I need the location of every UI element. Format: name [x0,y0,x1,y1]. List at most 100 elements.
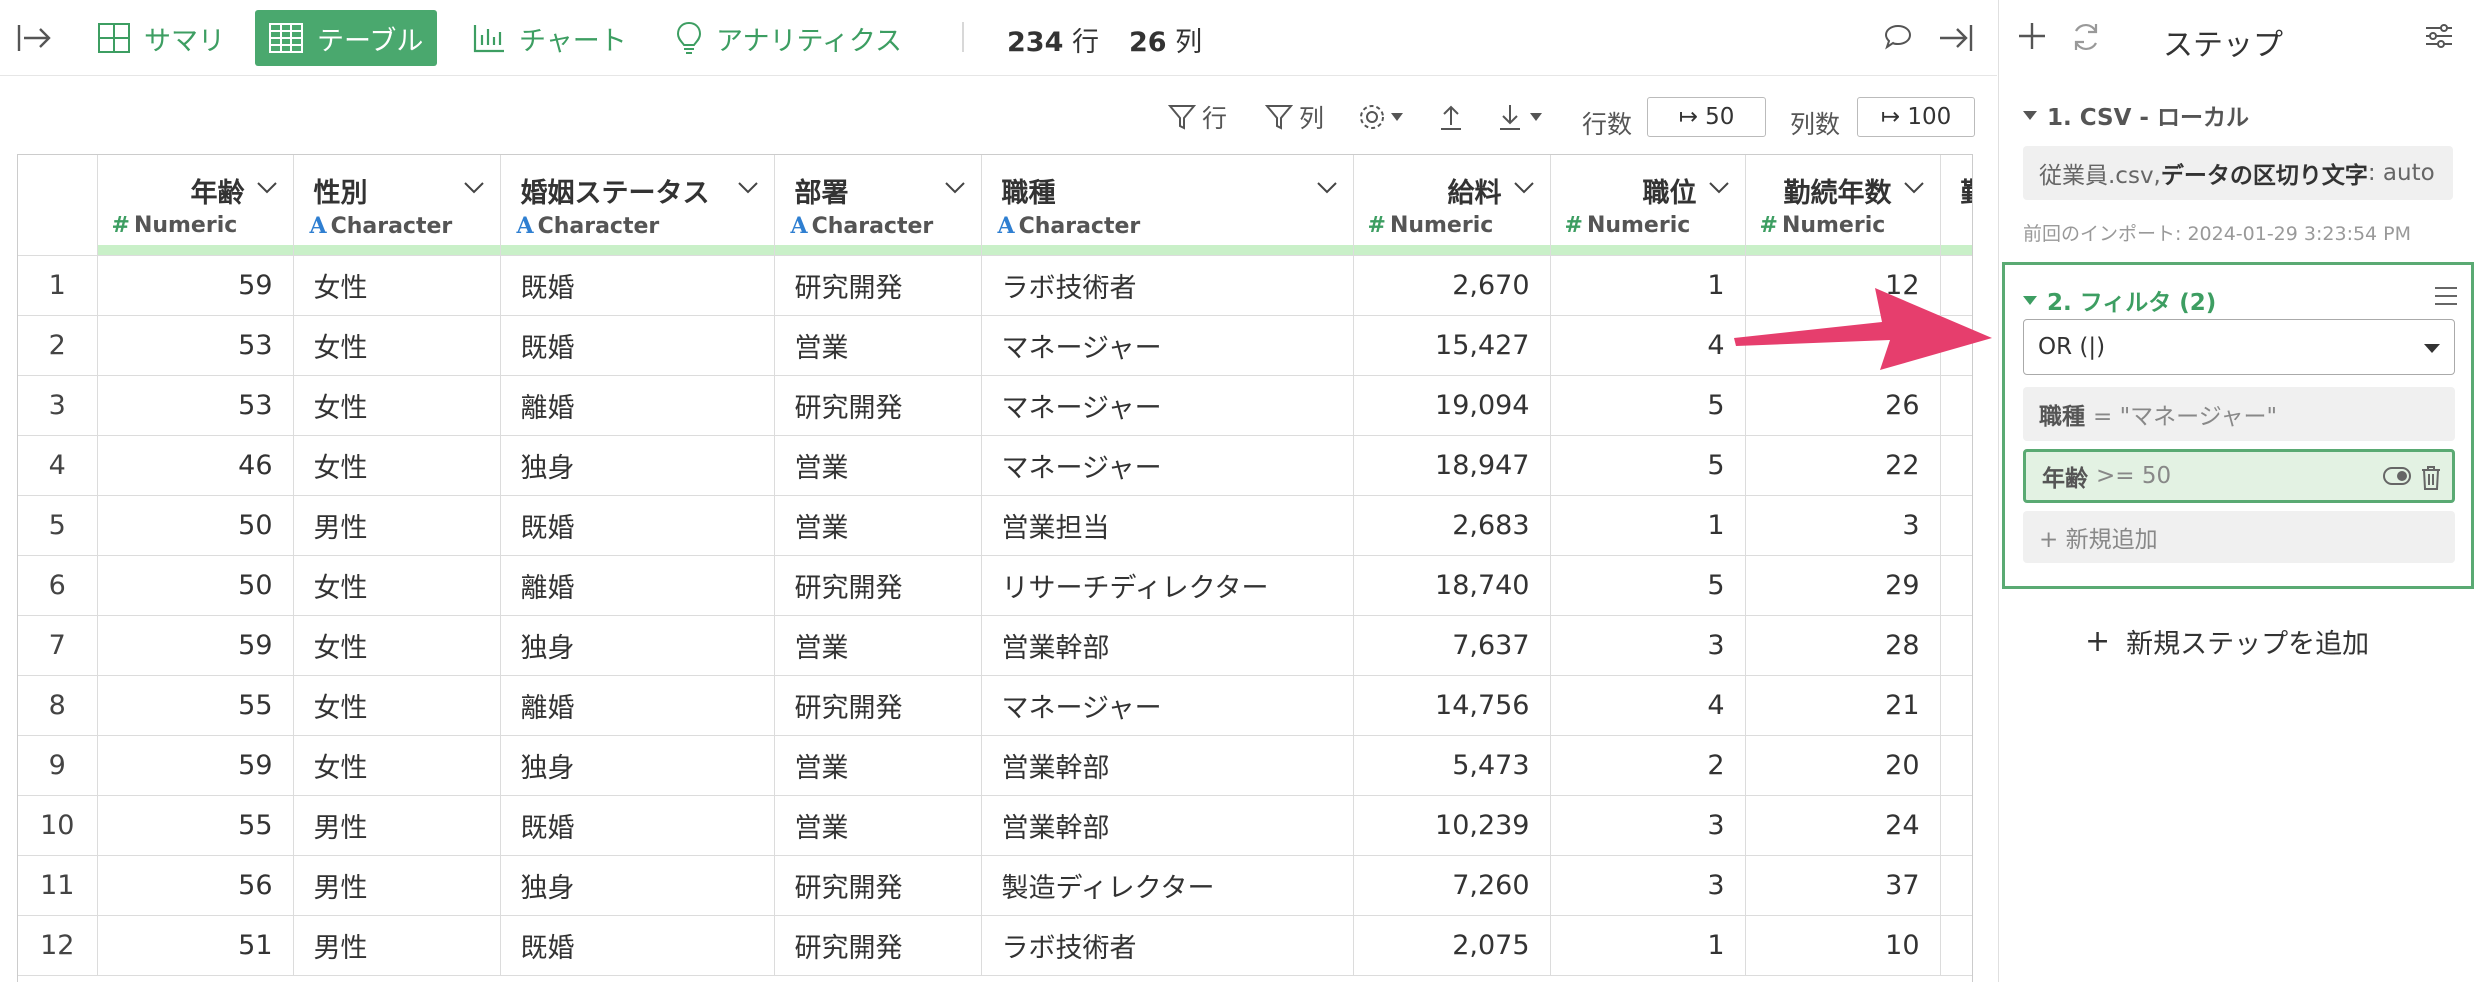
table-cell[interactable]: 女性 [293,675,501,736]
table-cell[interactable]: 研究開発 [774,555,982,616]
table-cell[interactable]: 5 [1550,435,1746,496]
rows-limit-input[interactable]: ↦ 50 [1647,97,1766,137]
table-cell[interactable]: マネージャー [981,435,1354,496]
table-cell[interactable]: 男性 [293,495,501,556]
table-cell[interactable]: 既婚 [500,915,775,976]
table-cell[interactable]: 5,473 [1353,735,1551,796]
table-cell[interactable]: 29 [1745,555,1941,616]
table-cell[interactable]: 2,683 [1353,495,1551,556]
table-cell[interactable]: 19,094 [1353,375,1551,436]
table-cell[interactable]: 4 [1550,315,1746,376]
table-cell[interactable]: 男性 [293,915,501,976]
column-header-7[interactable]: 勤続年数 # Numeric [1745,155,1941,256]
add-condition-button[interactable]: + 新規追加 [2023,511,2455,563]
table-cell[interactable] [1940,855,1972,916]
tab-analytics[interactable]: アナリティクス [662,10,916,66]
table-cell[interactable]: 2,075 [1353,915,1551,976]
table-row[interactable]: 3 53 女性 離婚 研究開発 マネージャー 19,094 5 26 [18,375,1972,436]
filter-condition-1[interactable]: 職種 = "マネージャー" [2023,387,2455,441]
table-cell[interactable]: 独身 [500,735,775,796]
table-cell[interactable]: 男性 [293,855,501,916]
table-cell[interactable]: マネージャー [981,675,1354,736]
table-cell[interactable]: 4 [1550,675,1746,736]
table-row[interactable]: 9 59 女性 独身 営業 営業幹部 5,473 2 20 [18,735,1972,796]
table-cell[interactable]: 53 [97,375,294,436]
table-cell[interactable]: 離婚 [500,675,775,736]
table-cell[interactable]: 20 [1745,735,1941,796]
download-dropdown[interactable] [1497,99,1553,135]
table-cell[interactable]: 3 [1550,795,1746,856]
table-cell[interactable]: 10 [1745,915,1941,976]
filter-condition-2[interactable]: 年齢 >= 50 [2023,449,2455,503]
table-cell[interactable]: 研究開発 [774,915,982,976]
table-cell[interactable]: 2 [1550,735,1746,796]
table-cell[interactable]: 女性 [293,315,501,376]
table-cell[interactable]: 営業担当 [981,495,1354,556]
comment-icon[interactable] [1883,22,1913,56]
chevron-down-icon[interactable] [1902,179,1926,195]
table-row[interactable]: 4 46 女性 独身 営業 マネージャー 18,947 5 22 [18,435,1972,496]
column-header-3[interactable]: 部署 A Character [774,155,982,256]
collapse-sidebar-icon[interactable] [16,20,54,56]
table-row[interactable]: 10 55 男性 既婚 営業 営業幹部 10,239 3 24 [18,795,1972,856]
table-cell[interactable]: 1 [1550,255,1746,316]
table-cell[interactable]: 独身 [500,855,775,916]
table-cell[interactable]: 51 [97,915,294,976]
table-cell[interactable]: 59 [97,255,294,316]
table-cell[interactable]: 1 [1550,915,1746,976]
table-cell[interactable]: ラボ技術者 [981,915,1354,976]
table-cell[interactable]: 女性 [293,615,501,676]
table-cell[interactable]: 営業 [774,795,982,856]
table-cell[interactable]: 2,670 [1353,255,1551,316]
table-cell[interactable]: ラボ技術者 [981,255,1354,316]
settings-dropdown[interactable] [1358,99,1412,135]
table-cell[interactable] [1940,615,1972,676]
table-cell[interactable]: 独身 [500,435,775,496]
tab-chart[interactable]: チャート [459,10,641,66]
table-cell[interactable]: 研究開発 [774,255,982,316]
table-cell[interactable]: 女性 [293,375,501,436]
table-cell[interactable] [1940,915,1972,976]
table-row[interactable]: 6 50 女性 離婚 研究開発 リサーチディレクター 18,740 5 29 [18,555,1972,616]
table-row[interactable]: 2 53 女性 既婚 営業 マネージャー 15,427 4 [18,315,1972,376]
table-cell[interactable]: 女性 [293,255,501,316]
table-cell[interactable]: 独身 [500,615,775,676]
column-header-8[interactable]: 勤 [1940,155,1972,256]
table-row[interactable]: 8 55 女性 離婚 研究開発 マネージャー 14,756 4 21 [18,675,1972,736]
chevron-down-icon[interactable] [943,179,967,195]
table-cell[interactable]: 営業 [774,735,982,796]
table-cell[interactable]: 営業 [774,315,982,376]
chevron-down-icon[interactable] [1512,179,1536,195]
chevron-down-icon[interactable] [462,179,486,195]
table-cell[interactable] [1940,435,1972,496]
table-cell[interactable]: 53 [97,315,294,376]
table-cell[interactable]: 50 [97,495,294,556]
table-cell[interactable]: 女性 [293,555,501,616]
table-cell[interactable] [1940,735,1972,796]
table-cell[interactable]: 15,427 [1353,315,1551,376]
chevron-down-icon[interactable] [255,179,279,195]
table-cell[interactable]: 24 [1745,795,1941,856]
table-cell[interactable]: 営業幹部 [981,795,1354,856]
table-cell[interactable]: 5 [1550,375,1746,436]
tab-table[interactable]: テーブル [255,10,438,66]
table-cell[interactable]: 女性 [293,735,501,796]
chevron-down-icon[interactable] [1315,179,1339,195]
table-cell[interactable]: 21 [1745,675,1941,736]
table-cell[interactable]: 既婚 [500,315,775,376]
table-cell[interactable]: 14,756 [1353,675,1551,736]
column-header-0[interactable]: 年齢 # Numeric [97,155,294,256]
hamburger-menu-icon[interactable] [2433,285,2459,311]
chevron-down-icon[interactable] [1707,179,1731,195]
trash-icon[interactable] [2420,465,2442,491]
table-cell[interactable] [1940,555,1972,616]
table-cell[interactable]: 営業 [774,615,982,676]
table-row[interactable]: 11 56 男性 独身 研究開発 製造ディレクター 7,260 3 37 [18,855,1972,916]
table-cell[interactable]: 18,740 [1353,555,1551,616]
sliders-icon[interactable] [2423,20,2455,56]
column-header-1[interactable]: 性別 A Character [293,155,501,256]
table-cell[interactable] [1940,495,1972,556]
table-cell[interactable]: 59 [97,615,294,676]
column-header-2[interactable]: 婚姻ステータス A Character [500,155,775,256]
column-header-5[interactable]: 給料 # Numeric [1353,155,1551,256]
